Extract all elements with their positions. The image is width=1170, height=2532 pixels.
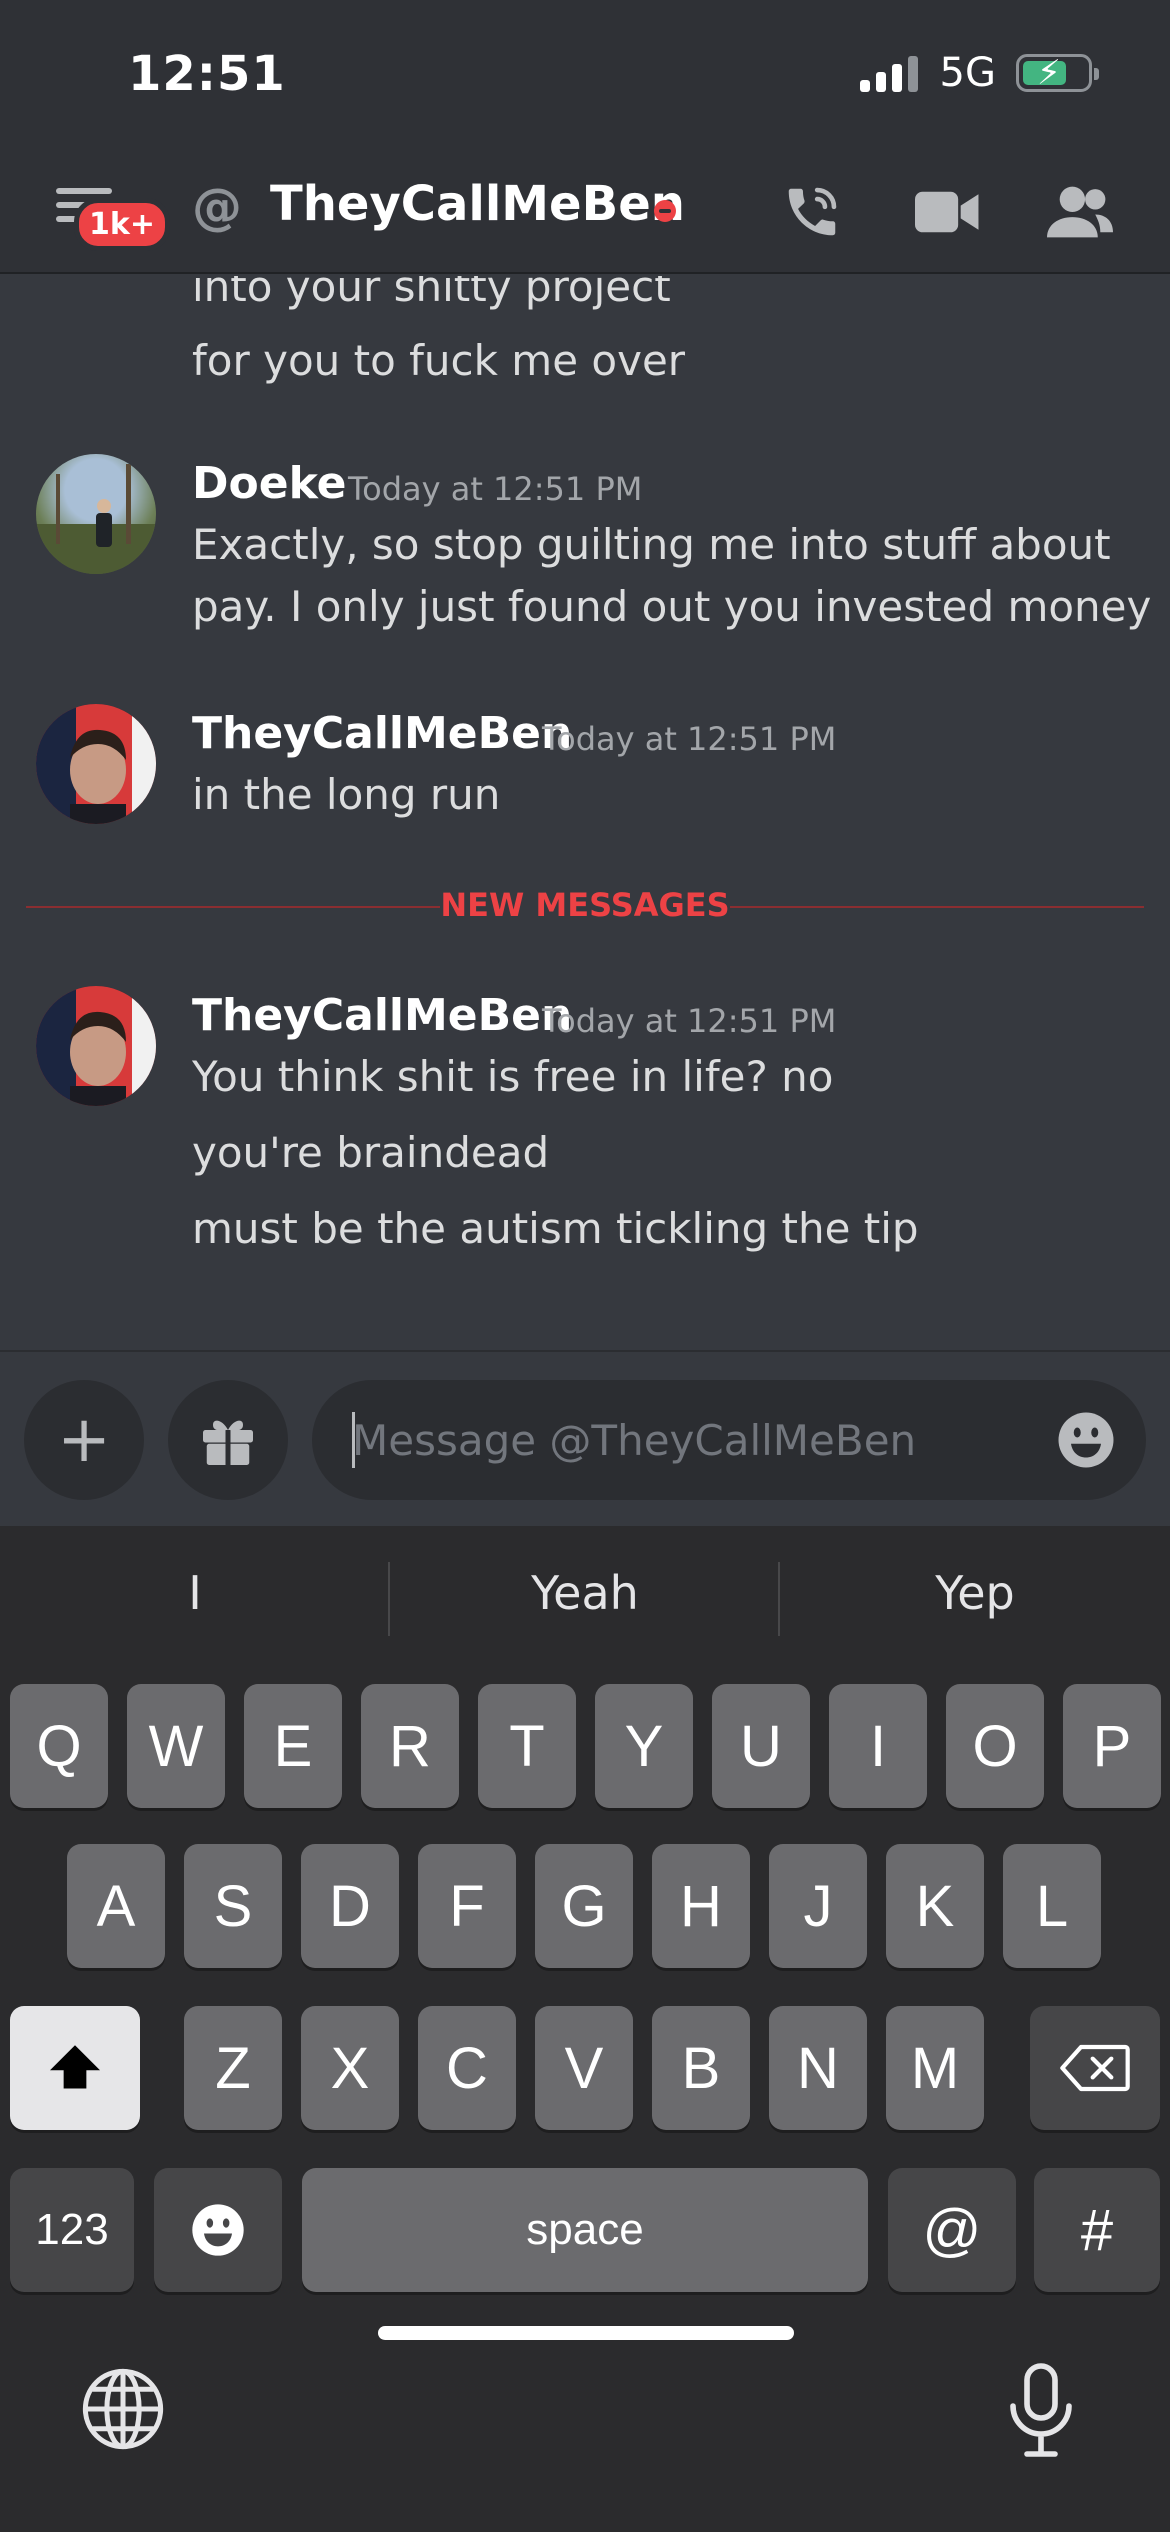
key-r[interactable]: R: [361, 1684, 459, 1808]
unread-badge: 1k+: [74, 198, 170, 251]
key-n[interactable]: N: [769, 2006, 867, 2130]
key-c[interactable]: C: [418, 2006, 516, 2130]
network-type: 5G: [939, 50, 996, 96]
battery-icon: ⚡: [1016, 53, 1099, 93]
home-indicator[interactable]: [378, 2326, 794, 2340]
channel-menu-button[interactable]: 1k+: [50, 180, 170, 252]
video-camera-icon: [915, 191, 979, 233]
emoji-key[interactable]: [154, 2168, 282, 2292]
message-author[interactable]: TheyCallMeBen: [192, 708, 572, 759]
person-photo-icon: [36, 704, 156, 824]
avatar-theycallmeben[interactable]: [36, 986, 156, 1106]
key-z[interactable]: Z: [184, 2006, 282, 2130]
person-photo-icon: [36, 986, 156, 1106]
key-q[interactable]: Q: [10, 1684, 108, 1808]
message-list[interactable]: into your shitty project for you to fuck…: [0, 276, 1170, 1348]
gift-icon: [203, 1420, 253, 1465]
suggestion-1[interactable]: I: [0, 1566, 390, 1620]
backspace-key[interactable]: [1030, 2006, 1160, 2130]
key-a[interactable]: A: [67, 1844, 165, 1968]
smiley-icon: [192, 2204, 244, 2256]
add-attachment-button[interactable]: +: [24, 1380, 144, 1500]
video-call-button[interactable]: [912, 176, 984, 248]
person-photo-icon: [36, 464, 156, 574]
key-m[interactable]: M: [886, 2006, 984, 2130]
text-caret: [352, 1412, 355, 1468]
message-timestamp: Today at 12:51 PM: [542, 720, 837, 758]
key-h[interactable]: H: [652, 1844, 750, 1968]
top-bar: 12:51 5G ⚡ 1k+ @ TheyCallMeBen: [0, 0, 1170, 274]
key-i[interactable]: I: [829, 1684, 927, 1808]
space-key[interactable]: space: [302, 2168, 868, 2292]
message-composer: +: [0, 1350, 1170, 1526]
message-author[interactable]: TheyCallMeBen: [192, 990, 572, 1041]
key-p[interactable]: P: [1063, 1684, 1161, 1808]
message-text: for you to fuck me over: [192, 336, 686, 385]
key-y[interactable]: Y: [595, 1684, 693, 1808]
new-messages-label: NEW MESSAGES: [440, 886, 730, 924]
plus-icon: +: [57, 1403, 111, 1477]
message-text: into your shitty project: [192, 276, 671, 311]
ios-keyboard: I Yeah Yep Q W E R T Y U I O P A S D F G…: [0, 1526, 1170, 2532]
dictation-key[interactable]: [1000, 2362, 1090, 2458]
status-indicators: 5G ⚡: [859, 50, 1099, 96]
message-text: pay. I only just found out you invested …: [192, 582, 1152, 631]
key-e[interactable]: E: [244, 1684, 342, 1808]
key-u[interactable]: U: [712, 1684, 810, 1808]
numbers-key[interactable]: 123: [10, 2168, 134, 2292]
key-f[interactable]: F: [418, 1844, 516, 1968]
key-j[interactable]: J: [769, 1844, 867, 1968]
people-icon: [1047, 186, 1113, 238]
key-v[interactable]: V: [535, 2006, 633, 2130]
backspace-icon: [1060, 2044, 1130, 2092]
message-text: in the long run: [192, 770, 501, 819]
globe-icon: [82, 2368, 164, 2450]
avatar-doeke[interactable]: [36, 454, 156, 574]
avatar-theycallmeben[interactable]: [36, 704, 156, 824]
key-d[interactable]: D: [301, 1844, 399, 1968]
message-text: Exactly, so stop guilting me into stuff …: [192, 520, 1111, 569]
voice-call-button[interactable]: [776, 176, 848, 248]
key-g[interactable]: G: [535, 1844, 633, 1968]
key-t[interactable]: T: [478, 1684, 576, 1808]
cellular-signal-icon: [859, 54, 918, 92]
key-k[interactable]: K: [886, 1844, 984, 1968]
hash-key[interactable]: #: [1034, 2168, 1160, 2292]
message-author[interactable]: Doeke: [192, 458, 347, 509]
message-text: You think shit is free in life? no: [192, 1052, 834, 1101]
key-s[interactable]: S: [184, 1844, 282, 1968]
suggestion-3[interactable]: Yep: [780, 1566, 1170, 1620]
message-timestamp: Today at 12:51 PM: [348, 470, 643, 508]
at-icon: @: [192, 178, 242, 236]
shift-arrow-icon: [50, 2045, 100, 2089]
suggestion-2[interactable]: Yeah: [390, 1566, 780, 1620]
microphone-icon: [1010, 2363, 1072, 2457]
smiley-icon: [1058, 1412, 1114, 1468]
gift-button[interactable]: [168, 1380, 288, 1500]
at-key[interactable]: @: [888, 2168, 1016, 2292]
dnd-status-icon: [654, 200, 676, 222]
message-timestamp: Today at 12:51 PM: [542, 1002, 837, 1040]
globe-key[interactable]: [80, 2366, 170, 2456]
key-x[interactable]: X: [301, 2006, 399, 2130]
phone-icon: [788, 187, 837, 236]
key-w[interactable]: W: [127, 1684, 225, 1808]
message-text: must be the autism tickling the tip: [192, 1204, 919, 1253]
key-b[interactable]: B: [652, 2006, 750, 2130]
message-input[interactable]: [352, 1380, 1032, 1500]
dm-title[interactable]: TheyCallMeBen: [270, 176, 685, 232]
shift-key[interactable]: [10, 2006, 140, 2130]
key-l[interactable]: L: [1003, 1844, 1101, 1968]
key-o[interactable]: O: [946, 1684, 1044, 1808]
members-button[interactable]: [1044, 176, 1116, 248]
emoji-button[interactable]: [1056, 1410, 1116, 1470]
message-text: you're braindead: [192, 1128, 550, 1177]
status-time: 12:51: [128, 46, 286, 102]
message-input-box[interactable]: [312, 1380, 1146, 1500]
